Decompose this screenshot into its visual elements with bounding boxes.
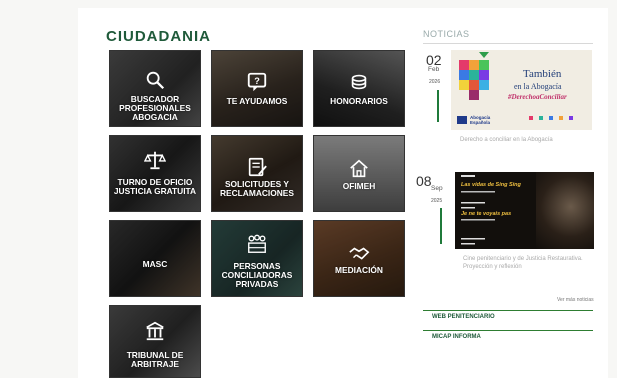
home-icon bbox=[350, 159, 368, 178]
news-date-month: Feb bbox=[428, 66, 440, 73]
more-news-link[interactable]: Ver más noticias bbox=[557, 297, 594, 303]
news-image-2-portrait bbox=[536, 172, 594, 249]
coins-icon bbox=[351, 74, 367, 90]
tile-label: HONORARIOS bbox=[330, 96, 388, 106]
tile-masc[interactable]: MASC bbox=[109, 220, 201, 297]
svg-text:?: ? bbox=[254, 76, 260, 86]
news-image-1-brand: Abogacía Española bbox=[470, 115, 491, 125]
date-accent-bar bbox=[440, 208, 442, 244]
tile-turno-oficio[interactable]: TURNO DE OFICIO JUSTICIA GRATUITA bbox=[109, 135, 201, 212]
tile-label: OFIMEH bbox=[342, 181, 376, 191]
page: CIUDADANIA BUSCADOR PROFESIONALES ABOGAC… bbox=[0, 0, 617, 378]
tile-solicitudes[interactable]: SOLICITUDES Y RECLAMACIONES bbox=[211, 135, 303, 212]
news-image-1-hashtag: #DerechoaConciliar bbox=[508, 93, 567, 101]
tile-label: SOLICITUDES Y RECLAMACIONES bbox=[220, 179, 294, 199]
help-icon: ? bbox=[247, 72, 267, 92]
tile-ofimeh[interactable]: OFIMEH bbox=[313, 135, 405, 212]
link-label: MICAP INFORMA bbox=[432, 334, 481, 340]
section-title: CIUDADANIA bbox=[106, 28, 211, 45]
tile-label: PERSONAS CONCILIADORAS PRIVADAS bbox=[221, 261, 293, 290]
handshake-icon bbox=[349, 247, 370, 260]
news-image-2[interactable]: Las vidas de Sing Sing Je ne te voyais p… bbox=[455, 172, 594, 249]
news-caption-2[interactable]: Cine penitenciario y de Justicia Restaur… bbox=[463, 256, 588, 271]
tile-label: MASC bbox=[142, 259, 168, 269]
tile-label: BUSCADOR PROFESIONALES ABOGACIA bbox=[119, 94, 191, 123]
news-image-1-subtitle: en la Abogacía bbox=[514, 82, 562, 91]
tile-te-ayudamos[interactable]: ? TE AYUDAMOS bbox=[211, 50, 303, 127]
tile-label: MEDIACIÓN bbox=[335, 265, 383, 275]
news-date-month: Sep bbox=[431, 185, 443, 192]
news-image-1-title: También bbox=[523, 68, 562, 80]
news-date-year: 2026 bbox=[429, 79, 441, 85]
building-icon bbox=[146, 321, 164, 341]
news-caption-1[interactable]: Derecho a conciliar en la Abogacía bbox=[460, 137, 553, 145]
tile-label: TRIBUNAL DE ARBITRAJE bbox=[126, 350, 184, 370]
search-icon bbox=[146, 71, 165, 90]
news-date-year: 2025 bbox=[431, 198, 443, 204]
scales-icon bbox=[144, 151, 166, 170]
news-image-1[interactable]: También en la Abogacía #DerechoaConcilia… bbox=[451, 50, 592, 130]
tile-tribunal-arbitraje[interactable]: TRIBUNAL DE ARBITRAJE bbox=[109, 305, 201, 378]
news-heading: NOTICIAS bbox=[423, 29, 470, 39]
tile-mediacion[interactable]: MEDIACIÓN bbox=[313, 220, 405, 297]
news-image-2-text-graphic bbox=[461, 175, 495, 245]
tile-honorarios[interactable]: HONORARIOS bbox=[313, 50, 405, 127]
date-accent-bar bbox=[437, 90, 439, 122]
link-micap-informa[interactable]: MICAP INFORMA bbox=[423, 330, 593, 346]
link-label: WEB PENITENCIARIO bbox=[432, 314, 495, 320]
group-icon bbox=[248, 234, 266, 253]
form-icon bbox=[248, 157, 267, 177]
news-date-day: 08 bbox=[416, 173, 432, 189]
tile-personas-conciliadoras[interactable]: PERSONAS CONCILIADORAS PRIVADAS bbox=[211, 220, 303, 297]
divider bbox=[423, 43, 593, 44]
tile-label: TURNO DE OFICIO JUSTICIA GRATUITA bbox=[113, 177, 197, 197]
link-web-penitenciario[interactable]: WEB PENITENCIARIO bbox=[423, 310, 593, 326]
tile-buscador-profesionales[interactable]: BUSCADOR PROFESIONALES ABOGACIA bbox=[109, 50, 201, 127]
tile-label: TE AYUDAMOS bbox=[226, 96, 288, 106]
